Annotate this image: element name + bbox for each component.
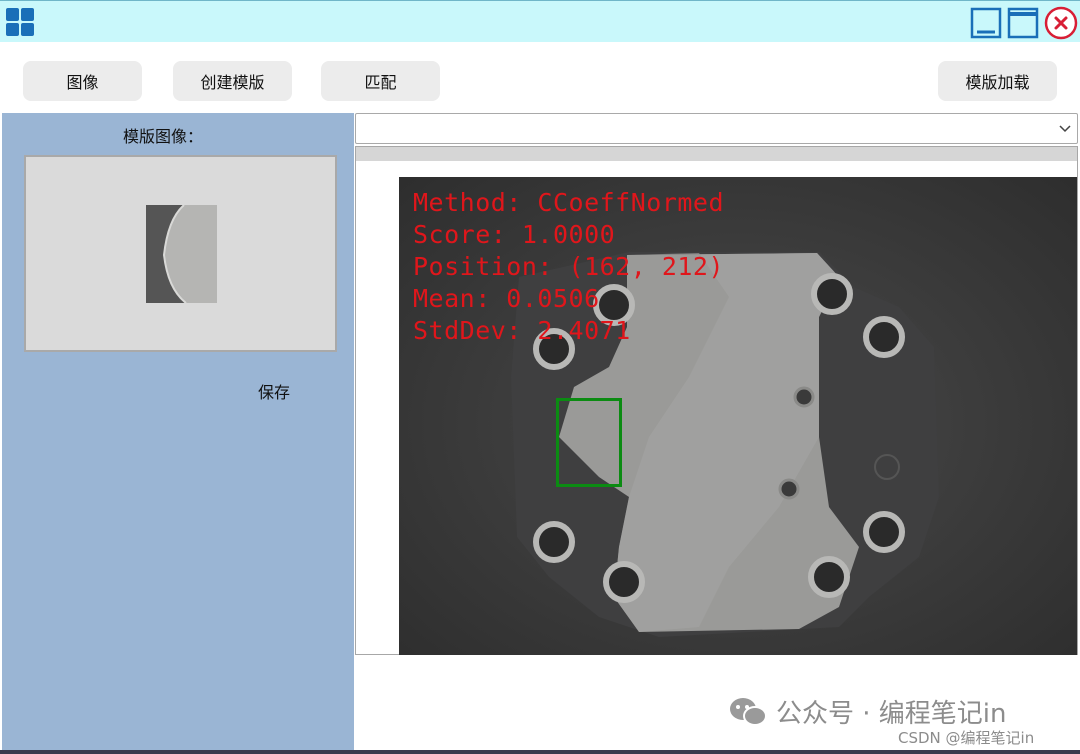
match-box bbox=[556, 398, 622, 487]
result-position: Position: (162, 212) bbox=[413, 252, 725, 281]
close-icon[interactable] bbox=[1044, 6, 1078, 40]
result-stddev: StdDev: 2.4071 bbox=[413, 316, 631, 345]
load-template-button[interactable]: 模版加载 bbox=[938, 61, 1057, 101]
title-bar bbox=[0, 0, 1080, 42]
match-button[interactable]: 匹配 bbox=[321, 61, 440, 101]
result-method: Method: CCoeffNormed bbox=[413, 188, 725, 217]
template-image-label: 模版图像： bbox=[122, 127, 203, 146]
create-template-button[interactable]: 创建模版 bbox=[173, 61, 292, 101]
template-image bbox=[146, 205, 217, 303]
image-button[interactable]: 图像 bbox=[23, 61, 142, 101]
result-score: Score: 1.0000 bbox=[413, 220, 616, 249]
window-bottom-border bbox=[0, 750, 1080, 754]
wechat-icon bbox=[730, 697, 767, 726]
template-panel: 模版图像： 保存 bbox=[2, 113, 354, 750]
result-mean: Mean: 0.0506 bbox=[413, 284, 600, 313]
template-select[interactable] bbox=[355, 113, 1078, 144]
watermark-text: 公众号 · 编程笔记in bbox=[776, 699, 1007, 729]
csdn-watermark: CSDN @编程笔记in bbox=[898, 729, 1035, 747]
app-window: 图像 创建模版 匹配 模版加载 模版图像： 保存 Method: CCoeffN… bbox=[0, 0, 1080, 754]
save-button[interactable]: 保存 bbox=[242, 375, 306, 407]
image-viewer-canvas: Method: CCoeffNormed Score: 1.0000 Posit… bbox=[356, 161, 1077, 670]
minimize-icon[interactable] bbox=[970, 7, 1002, 39]
template-image-frame bbox=[24, 155, 337, 352]
watermark: 公众号 · 编程笔记in bbox=[728, 693, 1007, 730]
maximize-icon[interactable] bbox=[1007, 7, 1039, 39]
image-viewer: Method: CCoeffNormed Score: 1.0000 Posit… bbox=[355, 146, 1078, 670]
app-grid-icon bbox=[6, 8, 36, 38]
chevron-down-icon[interactable] bbox=[1059, 123, 1071, 135]
